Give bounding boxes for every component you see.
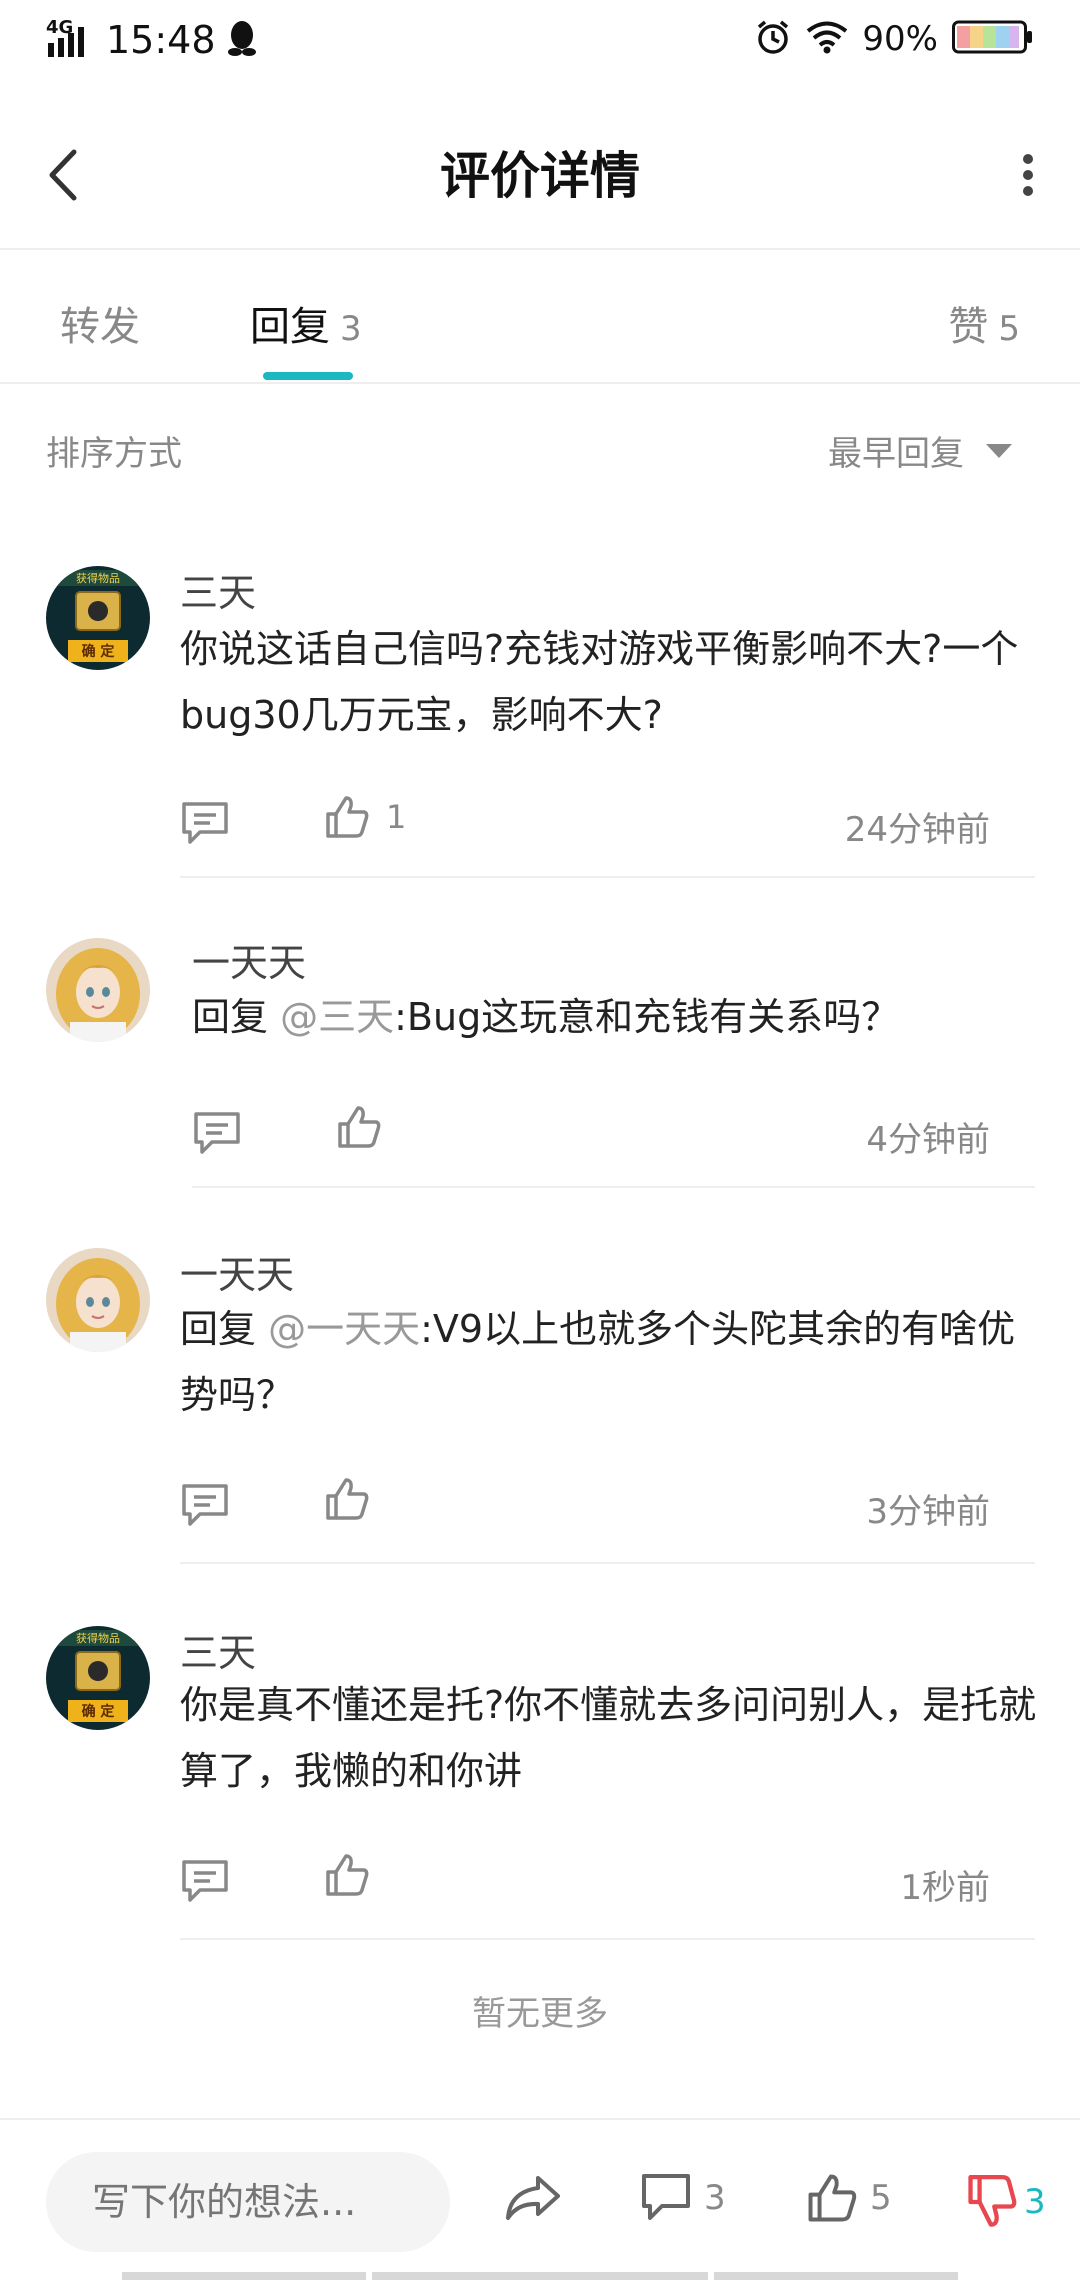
- comment-time: 1秒前: [900, 1868, 990, 1908]
- reply-icon[interactable]: [180, 800, 230, 846]
- comment-body: 你说这话自己信吗?充钱对游戏平衡影响不大?一个bug30几万元宝，影响不大?: [180, 627, 1019, 737]
- nav-bar: 评价详情: [0, 100, 1080, 250]
- reply-prefix: 回复: [192, 995, 281, 1039]
- share-button[interactable]: [504, 2172, 562, 2224]
- comment-actions: 1秒前: [180, 1852, 990, 1908]
- thumbs-up-icon: [808, 2174, 857, 2222]
- reply-icon[interactable]: [180, 1482, 230, 1528]
- tab-likes[interactable]: 赞5: [948, 294, 1020, 352]
- page-title: 评价详情: [440, 147, 640, 205]
- comment-time: 24分钟前: [844, 810, 990, 850]
- tab-count: 5: [998, 309, 1020, 349]
- thumbs-up-icon: [326, 796, 369, 838]
- divider: [192, 1186, 1035, 1188]
- avatar-badge-bottom: 确 定: [82, 1703, 115, 1720]
- comment-time: 3分钟前: [866, 1492, 990, 1532]
- home-indicator: [372, 2272, 708, 2280]
- divider: [180, 1938, 1035, 1940]
- tab-label: 赞: [948, 304, 989, 350]
- comment-time: 4分钟前: [866, 1120, 990, 1160]
- qq-notification-icon: [226, 19, 258, 61]
- sort-value: 最早回复: [828, 434, 964, 474]
- avatar[interactable]: [46, 1248, 150, 1352]
- divider: [180, 1562, 1035, 1564]
- like-button[interactable]: [324, 1852, 386, 1898]
- avatar-badge-top: 获得物品: [76, 1631, 120, 1645]
- mention-link[interactable]: @三天: [280, 995, 394, 1039]
- like-button[interactable]: 1: [324, 794, 406, 840]
- comment-count: 3: [704, 2178, 726, 2218]
- share-arrow-icon: [506, 2176, 560, 2220]
- home-indicator: [714, 2272, 958, 2280]
- comment-author[interactable]: 三天: [180, 1622, 256, 1677]
- comment-body: 你是真不懂还是托?你不懂就去多问问别人，是托就算了，我懒的和你讲: [180, 1683, 1037, 1793]
- comment-author[interactable]: 一天天: [192, 932, 306, 987]
- item-badge-avatar-icon: 获得物品 确 定: [46, 566, 150, 670]
- comment-bubble-icon: [642, 2174, 690, 2220]
- status-right: 90%: [754, 18, 1034, 60]
- tab-forward[interactable]: 转发: [60, 294, 140, 352]
- avatar[interactable]: 获得物品 确 定: [46, 1626, 150, 1730]
- comment-text: 回复 @三天:Bug这玩意和充钱有关系吗？: [192, 984, 1052, 1050]
- anime-girl-avatar-icon: [46, 938, 150, 1042]
- avatar-badge-top: 获得物品: [76, 571, 120, 585]
- like-count: 5: [870, 2178, 892, 2218]
- avatar[interactable]: 获得物品 确 定: [46, 566, 150, 670]
- signal-icon: 4G: [46, 17, 96, 59]
- tab-replies[interactable]: 回复 3: [250, 294, 362, 352]
- alarm-icon: [754, 18, 792, 60]
- comment-author[interactable]: 一天天: [180, 1244, 294, 1299]
- divider: [180, 876, 1035, 878]
- comment-count-button[interactable]: 3: [640, 2172, 726, 2224]
- item-badge-avatar-icon: 获得物品 确 定: [46, 1626, 150, 1730]
- anime-girl-avatar-icon: [46, 1248, 150, 1352]
- thumbs-up-icon: [326, 1478, 369, 1520]
- status-time: 15:48: [106, 18, 216, 62]
- comment-text: 你是真不懂还是托?你不懂就去多问问别人，是托就算了，我懒的和你讲: [180, 1672, 1040, 1804]
- reply-prefix: 回复: [180, 1307, 269, 1351]
- tab-label: 回复: [250, 304, 330, 350]
- sort-row: 排序方式 最早回复: [0, 384, 1080, 494]
- battery-level: 90%: [862, 19, 938, 59]
- more-vertical-icon: [1023, 154, 1033, 196]
- bottom-action-bar: 3 5 3: [0, 2118, 1080, 2280]
- more-button[interactable]: [1016, 145, 1040, 205]
- thumbs-down-icon: [968, 2174, 1017, 2227]
- comment-text: 回复 @一天天:V9以上也就多个头陀其余的有啥优势吗？: [180, 1296, 1040, 1428]
- sort-label: 排序方式: [46, 434, 182, 474]
- comment-body: :Bug这玩意和充钱有关系吗？: [394, 995, 900, 1039]
- mention-link[interactable]: @一天天: [268, 1307, 420, 1351]
- like-button[interactable]: [324, 1476, 386, 1522]
- comment-actions: 3分钟前: [180, 1476, 990, 1532]
- tab-bar: 转发 回复 3 赞5: [0, 252, 1080, 384]
- comment-text: 你说这话自己信吗?充钱对游戏平衡影响不大?一个bug30几万元宝，影响不大?: [180, 616, 1040, 748]
- tab-count: 3: [340, 309, 362, 349]
- like-count-button[interactable]: 5: [806, 2172, 892, 2224]
- like-count: 1: [386, 798, 407, 836]
- thumbs-up-icon: [326, 1854, 369, 1896]
- avatar[interactable]: [46, 938, 150, 1042]
- like-button[interactable]: [336, 1104, 398, 1150]
- home-indicator: [122, 2272, 366, 2280]
- avatar-badge-bottom: 确 定: [82, 643, 115, 660]
- thumbs-up-icon: [338, 1106, 381, 1148]
- status-bar: 4G 15:48 90%: [0, 0, 1080, 88]
- reply-icon[interactable]: [180, 1858, 230, 1904]
- comment-input[interactable]: [46, 2152, 450, 2252]
- dislike-count: 3: [1024, 2182, 1046, 2222]
- reply-icon[interactable]: [192, 1110, 242, 1156]
- battery-icon: [952, 20, 1034, 58]
- status-left: 4G 15:48: [46, 17, 258, 62]
- comment-actions: 4分钟前: [192, 1104, 990, 1160]
- active-tab-indicator: [263, 372, 353, 380]
- comment-actions: 1 24分钟前: [180, 794, 990, 850]
- no-more-text: 暂无更多: [472, 1994, 608, 2034]
- dislike-button[interactable]: 3: [966, 2172, 1046, 2232]
- dropdown-triangle-icon: [986, 443, 1012, 458]
- sort-dropdown[interactable]: 最早回复: [828, 426, 1014, 475]
- tab-label: 转发: [60, 304, 140, 350]
- wifi-icon: [806, 20, 848, 58]
- comment-author[interactable]: 三天: [180, 562, 256, 617]
